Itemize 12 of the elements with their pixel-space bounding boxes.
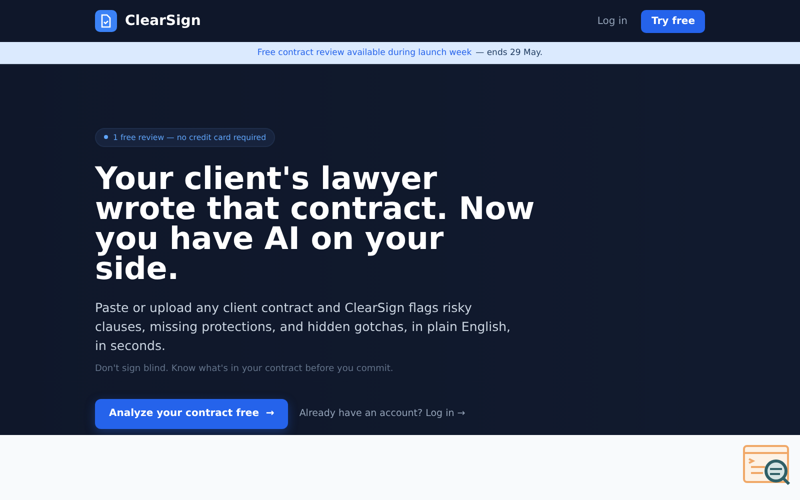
document-check-icon bbox=[95, 10, 117, 32]
login-link[interactable]: Log in bbox=[597, 16, 628, 26]
analyze-button[interactable]: Analyze your contract free → bbox=[95, 398, 288, 428]
try-free-button[interactable]: Try free bbox=[641, 10, 705, 32]
hero-description: Paste or upload any client contract and ClearSign flags risky clauses, missing protections, and hidden gotchas, in plain English, in seconds. bbox=[95, 298, 512, 354]
brand-name[interactable]: ClearSign bbox=[125, 13, 201, 29]
banner-deadline: — ends 29 May. bbox=[476, 48, 543, 58]
login-link[interactable]: Already have an account? Log in → bbox=[299, 408, 466, 419]
hero-note: Don't sign blind. Know what's in your contract before you commit. bbox=[95, 364, 394, 374]
banner-message: Free contract review available during launch week bbox=[257, 48, 472, 58]
dot-icon bbox=[104, 135, 108, 139]
hero-headline: Your client's lawyer wrote that contract. Now you have AI on your side. bbox=[95, 164, 535, 284]
